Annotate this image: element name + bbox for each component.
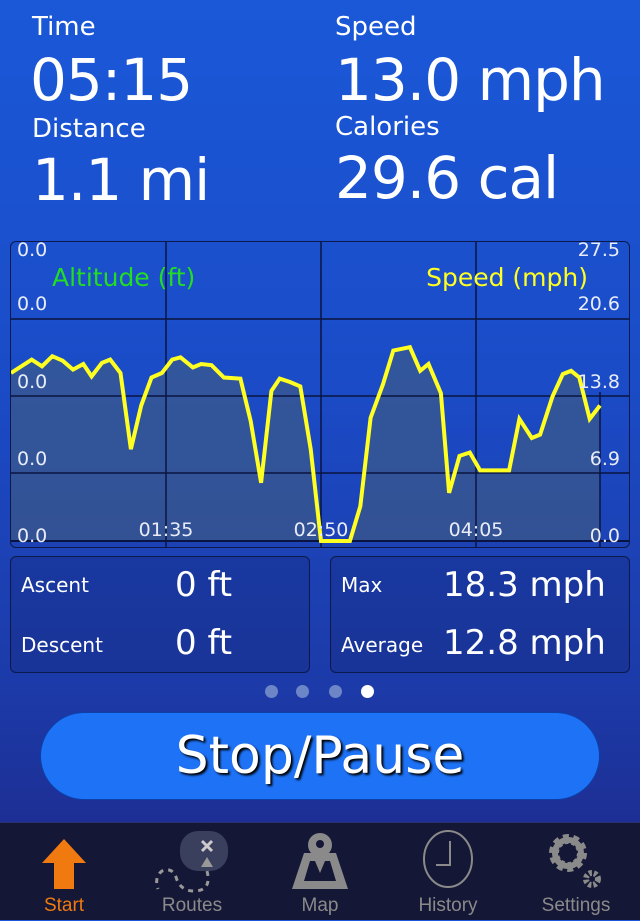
- tab-label: Map: [301, 895, 339, 916]
- x-tick-label: 01:35: [139, 519, 194, 541]
- left-tick-label: 0.0: [17, 242, 47, 261]
- right-tick-label: 6.9: [590, 448, 620, 470]
- tab-label: History: [418, 895, 478, 916]
- average-value: 12.8 mph: [443, 623, 606, 663]
- tab-label: Routes: [161, 895, 223, 916]
- x-tick-label: 04:05: [449, 519, 504, 541]
- average-label: Average: [341, 633, 424, 657]
- gear-icon: [549, 834, 601, 888]
- page-dot-4-active[interactable]: [361, 685, 374, 698]
- speed-altitude-chart[interactable]: 0.0 0.0 0.0 0.0 0.0 27.5 20.6 13.8 6.9 0.0 01:35 02…: [10, 241, 630, 548]
- x-tick-label: 02:50: [294, 519, 349, 541]
- speed-label: Speed: [335, 12, 417, 42]
- speed-value: 13.0 mph: [335, 46, 606, 114]
- page-dot-1[interactable]: [265, 685, 278, 698]
- right-tick-label: 20.6: [578, 293, 620, 315]
- altitude-summary-panel: Ascent 0 ft Descent 0 ft: [10, 556, 310, 673]
- right-tick-label: 0.0: [590, 525, 620, 547]
- ascent-label: Ascent: [21, 573, 89, 597]
- distance-label: Distance: [32, 114, 146, 144]
- tab-start[interactable]: Start: [0, 823, 128, 921]
- calories-value: 29.6 cal: [335, 144, 559, 212]
- distance-value: 1.1 mi: [32, 146, 210, 214]
- time-value: 05:15: [30, 46, 193, 114]
- left-tick-label: 0.0: [17, 448, 47, 470]
- tab-settings[interactable]: Settings: [512, 823, 640, 921]
- calories-label: Calories: [335, 112, 440, 142]
- altitude-axis-title: Altitude (ft): [52, 263, 195, 292]
- descent-label: Descent: [21, 633, 103, 657]
- page-dot-2[interactable]: [296, 685, 309, 698]
- tab-bar: Start Routes Map History Settings: [0, 822, 640, 920]
- ascent-value: 0 ft: [175, 565, 233, 605]
- tab-map[interactable]: Map: [256, 823, 384, 921]
- speed-axis-title: Speed (mph): [426, 263, 588, 292]
- routes-icon: [155, 831, 228, 893]
- arrow-up-icon: [42, 839, 86, 889]
- tab-label: Settings: [541, 895, 611, 916]
- right-tick-label: 13.8: [578, 371, 620, 393]
- speed-area-fill: [11, 347, 600, 541]
- right-tick-label: 27.5: [578, 242, 620, 261]
- max-value: 18.3 mph: [443, 565, 606, 605]
- left-tick-label: 0.0: [17, 293, 47, 315]
- tab-history[interactable]: History: [384, 823, 512, 921]
- stop-pause-button[interactable]: Stop/Pause: [40, 712, 600, 800]
- descent-value: 0 ft: [175, 623, 233, 663]
- tab-label: Start: [43, 895, 85, 916]
- clock-icon: [423, 830, 473, 888]
- map-pin-icon: [292, 833, 348, 889]
- chart-svg: 0.0 0.0 0.0 0.0 0.0 27.5 20.6 13.8 6.9 0.0 01:35 02…: [11, 242, 629, 547]
- speed-summary-panel: Max 18.3 mph Average 12.8 mph: [330, 556, 630, 673]
- left-tick-label: 0.0: [17, 371, 47, 393]
- max-label: Max: [341, 573, 383, 597]
- time-label: Time: [32, 12, 96, 42]
- tab-routes[interactable]: Routes: [128, 823, 256, 921]
- page-dot-3[interactable]: [329, 685, 342, 698]
- left-tick-label: 0.0: [17, 525, 47, 547]
